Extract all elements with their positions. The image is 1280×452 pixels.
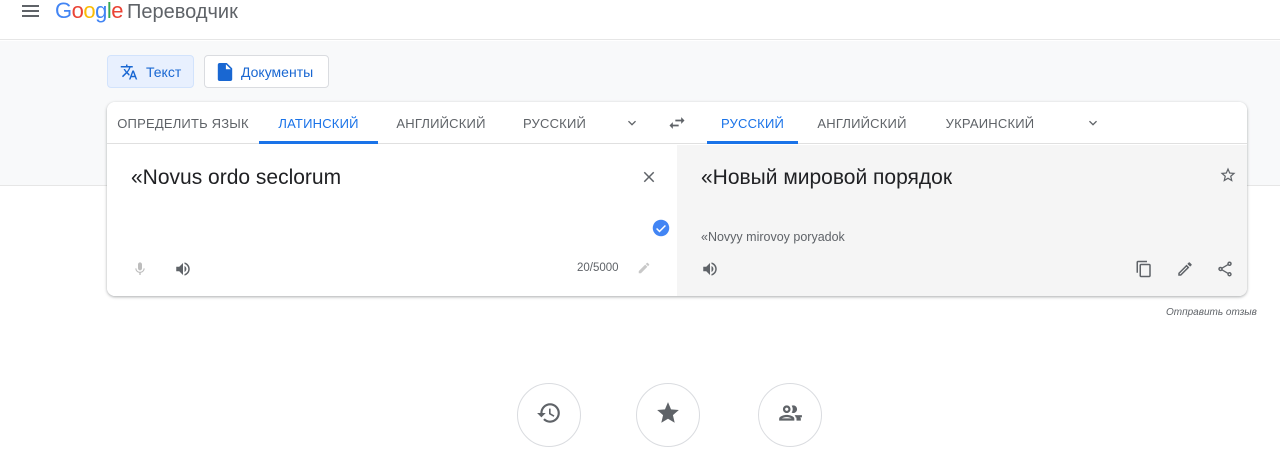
product-name: Переводчик [127, 1, 238, 23]
check-circle-icon [652, 219, 670, 237]
send-feedback-link[interactable]: Отправить отзыв [1166, 307, 1257, 318]
target-panel: «Новый мировой порядок «Novyy mirovoy po… [677, 145, 1247, 296]
edit-pencil-icon [635, 259, 653, 277]
saved-button[interactable] [636, 383, 700, 447]
saved-star-icon [655, 400, 681, 431]
history-icon [536, 400, 562, 431]
character-counter: 20/5000 [577, 262, 619, 274]
translation-card: ОПРЕДЕЛИТЬ ЯЗЫК ЛАТИНСКИЙ АНГЛИЙСКИЙ РУС… [107, 102, 1247, 296]
text-mode-button[interactable]: Текст [107, 55, 194, 88]
tab-source-russian[interactable]: РУССКИЙ [510, 102, 599, 144]
google-logo-wordmark: Google [55, 0, 124, 23]
hamburger-menu-icon[interactable] [20, 2, 42, 22]
language-bar: ОПРЕДЕЛИТЬ ЯЗЫК ЛАТИНСКИЙ АНГЛИЙСКИЙ РУС… [107, 102, 1247, 144]
target-speaker-icon[interactable] [699, 258, 721, 280]
translate-icon [120, 63, 138, 81]
source-speaker-icon[interactable] [172, 258, 194, 280]
microphone-icon[interactable] [129, 258, 151, 280]
copy-icon[interactable] [1133, 258, 1155, 280]
save-star-icon[interactable] [1217, 164, 1239, 186]
tab-source-english[interactable]: АНГЛИЙСКИЙ [382, 102, 500, 144]
documents-mode-button[interactable]: Документы [204, 55, 329, 88]
target-language-chevron-down-icon[interactable] [1085, 115, 1101, 131]
tab-target-ukrainian[interactable]: УКРАИНСКИЙ [935, 102, 1045, 144]
tab-target-english[interactable]: АНГЛИЙСКИЙ [807, 102, 917, 144]
source-panel: «Novus ordo seclorum 20/5000 [107, 145, 677, 296]
suggest-edit-pencil-icon[interactable] [1174, 258, 1196, 280]
transliteration-text: «Novyy mirovoy poryadok [701, 230, 845, 244]
top-bar: Google Переводчик [0, 0, 1280, 40]
documents-mode-label: Документы [241, 63, 314, 80]
swap-languages-icon[interactable] [667, 114, 687, 132]
google-translate-logo[interactable]: Google Переводчик [55, 0, 238, 24]
community-icon [777, 400, 803, 431]
document-icon [217, 62, 233, 81]
translation-output: «Новый мировой порядок [701, 166, 953, 189]
tab-source-latin[interactable]: ЛАТИНСКИЙ [259, 102, 378, 144]
history-button[interactable] [517, 383, 581, 447]
tab-target-russian[interactable]: РУССКИЙ [707, 102, 798, 144]
community-button[interactable] [758, 383, 822, 447]
share-icon[interactable] [1214, 258, 1236, 280]
source-language-chevron-down-icon[interactable] [624, 115, 640, 131]
text-mode-label: Текст [146, 63, 182, 80]
clear-text-close-icon[interactable] [637, 165, 661, 189]
source-text-input[interactable]: «Novus ordo seclorum [131, 166, 341, 190]
tab-detect-language[interactable]: ОПРЕДЕЛИТЬ ЯЗЫК [107, 102, 259, 144]
